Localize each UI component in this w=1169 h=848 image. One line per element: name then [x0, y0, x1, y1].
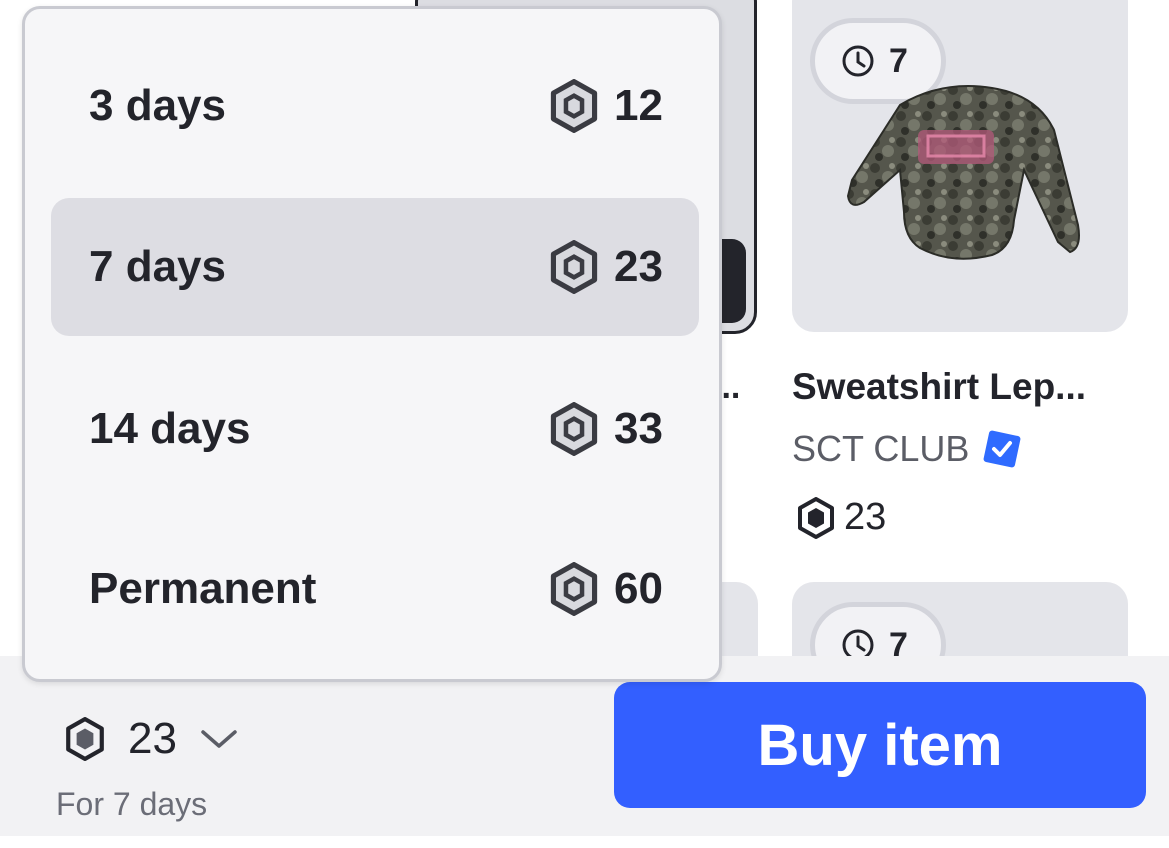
- duration-dropdown: 3 days 12 7 days 23 14 days 33 Permanent…: [22, 6, 722, 682]
- buy-item-button[interactable]: Buy item: [614, 682, 1146, 808]
- option-price-value: 12: [614, 81, 663, 130]
- option-3-days[interactable]: 3 days 12: [51, 37, 699, 175]
- option-price: 23: [548, 240, 663, 294]
- price-selector[interactable]: 23: [64, 714, 239, 764]
- creator-row[interactable]: SCT CLUB: [792, 428, 1021, 470]
- sweatshirt-image: [846, 85, 1080, 260]
- robux-icon: [798, 496, 834, 539]
- option-price: 60: [548, 562, 663, 616]
- item-price-row: 23: [796, 496, 886, 539]
- item-price: 23: [844, 496, 887, 538]
- option-price: 12: [548, 79, 663, 133]
- robux-icon: [550, 79, 598, 133]
- option-price-value: 23: [614, 242, 663, 291]
- selected-price: 23: [128, 714, 177, 763]
- option-label: 7 days: [89, 242, 226, 291]
- item-thumbnail[interactable]: 7: [792, 0, 1128, 332]
- option-price-value: 60: [614, 564, 663, 613]
- robux-icon: [66, 717, 104, 761]
- option-14-days[interactable]: 14 days 33: [51, 360, 699, 498]
- option-permanent[interactable]: Permanent 60: [51, 520, 699, 658]
- option-label: 14 days: [89, 404, 251, 453]
- robux-icon: [550, 402, 598, 456]
- option-label: 3 days: [89, 81, 226, 130]
- creator-name[interactable]: SCT CLUB: [792, 428, 969, 470]
- item-name[interactable]: Sweatshirt Lep...: [792, 366, 1086, 408]
- selected-duration: For 7 days: [56, 786, 208, 822]
- option-price: 33: [548, 402, 663, 456]
- chevron-down-icon: [201, 730, 237, 748]
- robux-icon: [550, 562, 598, 616]
- option-label: Permanent: [89, 564, 317, 613]
- robux-icon: [550, 240, 598, 294]
- verified-badge-icon: [983, 430, 1021, 468]
- option-price-value: 33: [614, 404, 663, 453]
- option-7-days[interactable]: 7 days 23: [51, 198, 699, 336]
